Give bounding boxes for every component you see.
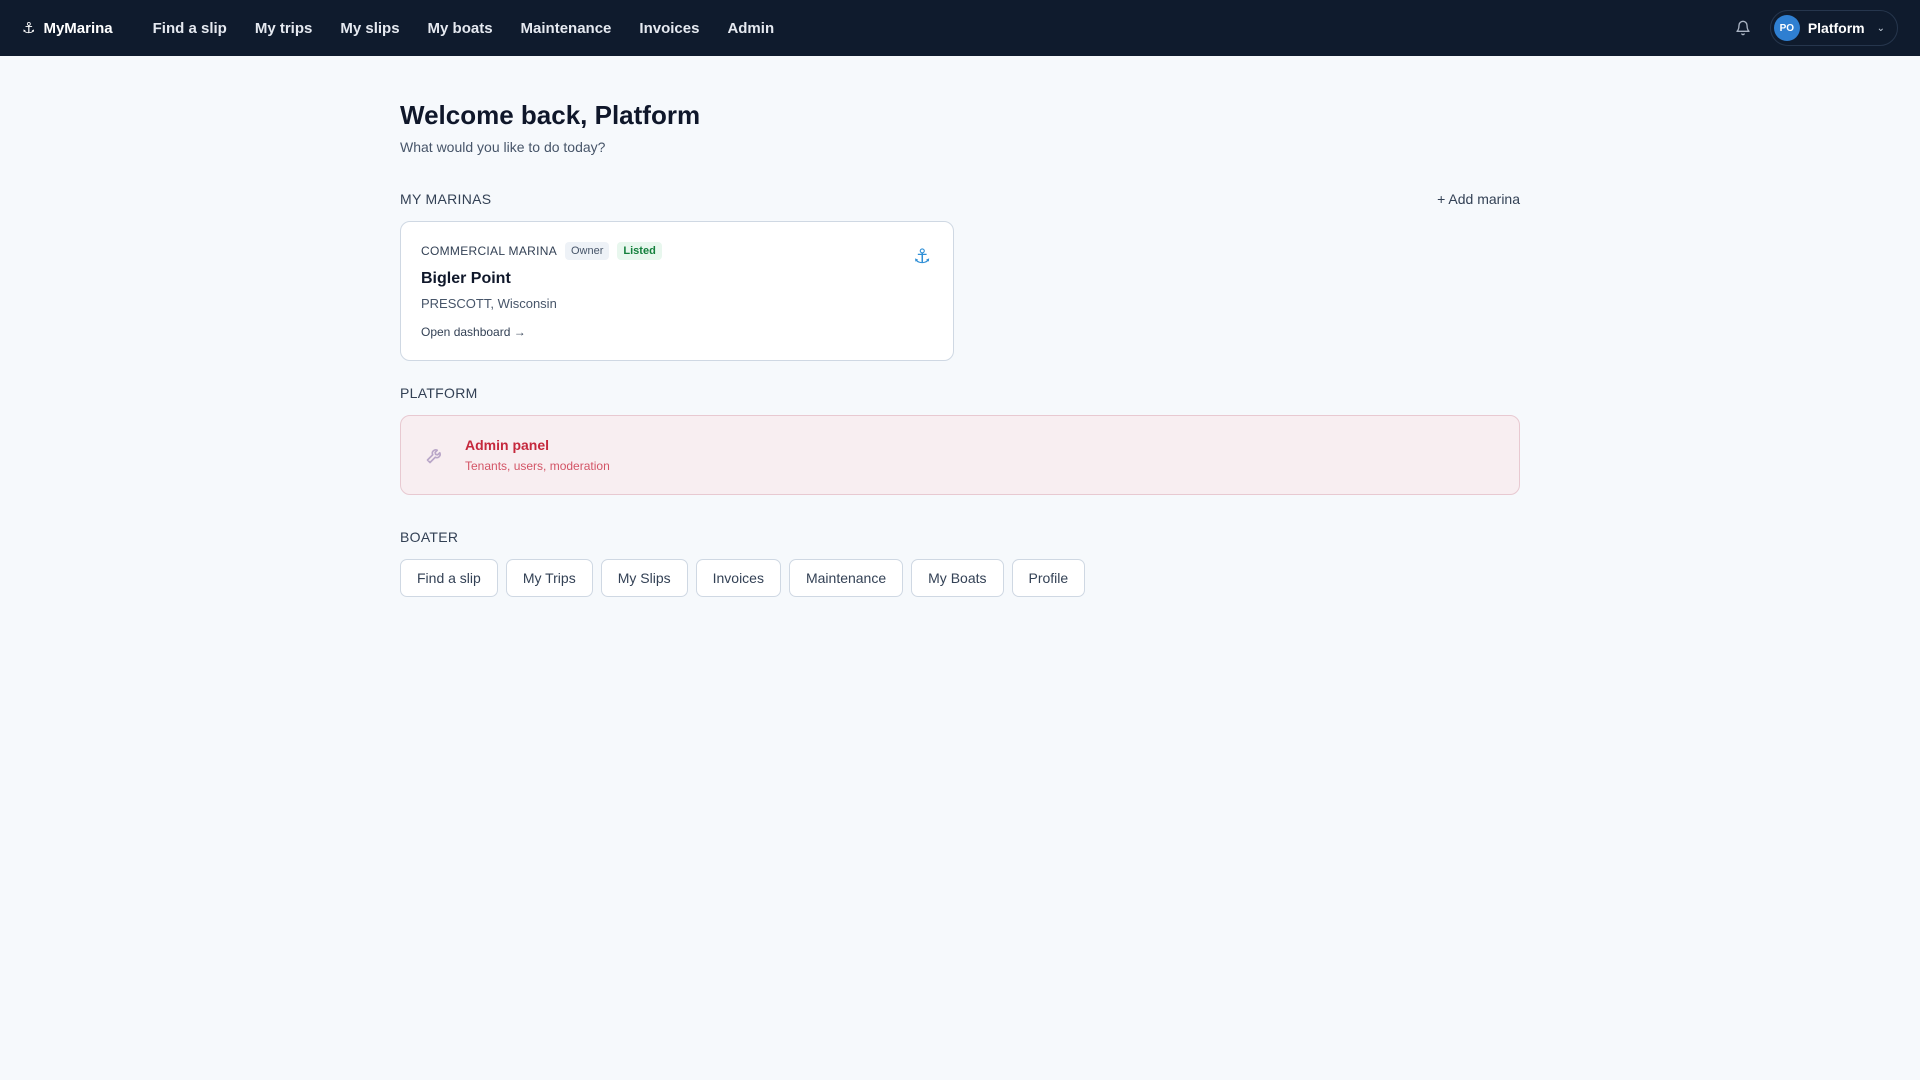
invoices-button[interactable]: Invoices (695, 559, 781, 597)
boater-actions: Find a slip My Trips My Slips Invoices M… (400, 559, 1520, 597)
anchor-icon: ⚓ (913, 246, 931, 268)
profile-button[interactable]: Profile (1011, 559, 1086, 597)
open-dashboard-link[interactable]: Open dashboard → (421, 325, 526, 339)
avatar: PO (1773, 15, 1800, 41)
role-badge: Owner (565, 242, 610, 260)
section-title-boater: BOATER (400, 529, 459, 545)
admin-panel-card[interactable]: Admin panel Tenants, users, moderation (400, 415, 1520, 495)
maintenance-button[interactable]: Maintenance (788, 559, 904, 597)
marina-name: Bigler Point (421, 270, 511, 287)
my-slips-button[interactable]: My Slips (600, 559, 688, 597)
add-marina-link[interactable]: + Add marina (1437, 191, 1520, 207)
user-menu-button[interactable]: PO Platform ⌄ (1769, 10, 1898, 46)
main-nav: Find a slip My trips My slips My boats M… (153, 20, 774, 37)
platform-header: PLATFORM (400, 385, 1520, 401)
admin-panel-subtitle: Tenants, users, moderation (465, 459, 610, 473)
boater-header: BOATER (400, 529, 1520, 545)
chevron-down-icon: ⌄ (1876, 22, 1885, 34)
nav-my-trips[interactable]: My trips (255, 20, 313, 37)
wrench-icon (423, 443, 447, 467)
brand-logo[interactable]: ⚓ MyMarina (22, 19, 113, 38)
section-title-my-marinas: MY MARINAS (400, 191, 492, 207)
nav-invoices[interactable]: Invoices (639, 20, 699, 37)
status-badge: Listed (617, 242, 662, 260)
nav-find-a-slip[interactable]: Find a slip (153, 20, 227, 37)
bell-icon[interactable] (1734, 19, 1752, 37)
anchor-icon: ⚓ (22, 20, 36, 37)
page-subtitle: What would you like to do today? (400, 139, 606, 155)
brand-name: MyMarina (43, 19, 113, 37)
find-a-slip-button[interactable]: Find a slip (400, 559, 498, 597)
topbar-actions: PO Platform ⌄ (1734, 0, 1898, 56)
admin-panel-title: Admin panel (465, 437, 550, 453)
admin-panel-text: Admin panel Tenants, users, moderation (465, 437, 610, 473)
user-name: Platform (1807, 20, 1865, 36)
my-marinas-header: MY MARINAS + Add marina (400, 191, 1520, 207)
section-title-platform: PLATFORM (400, 385, 478, 401)
page-title: Welcome back, Platform (400, 100, 701, 130)
top-navbar: ⚓ MyMarina Find a slip My trips My slips… (0, 0, 1920, 56)
marina-card[interactable]: COMMERCIAL MARINA Owner Listed Bigler Po… (400, 221, 954, 361)
nav-maintenance[interactable]: Maintenance (521, 20, 612, 37)
my-trips-button[interactable]: My Trips (505, 559, 593, 597)
nav-admin[interactable]: Admin (727, 20, 774, 37)
main-content: Welcome back, Platform What would you li… (400, 56, 1520, 597)
marina-type: COMMERCIAL MARINA (421, 244, 557, 258)
nav-my-slips[interactable]: My slips (340, 20, 399, 37)
nav-my-boats[interactable]: My boats (428, 20, 493, 37)
marina-card-tags: COMMERCIAL MARINA Owner Listed (421, 242, 933, 260)
my-boats-button[interactable]: My Boats (911, 559, 1004, 597)
marina-location: PRESCOTT, Wisconsin (421, 296, 557, 311)
